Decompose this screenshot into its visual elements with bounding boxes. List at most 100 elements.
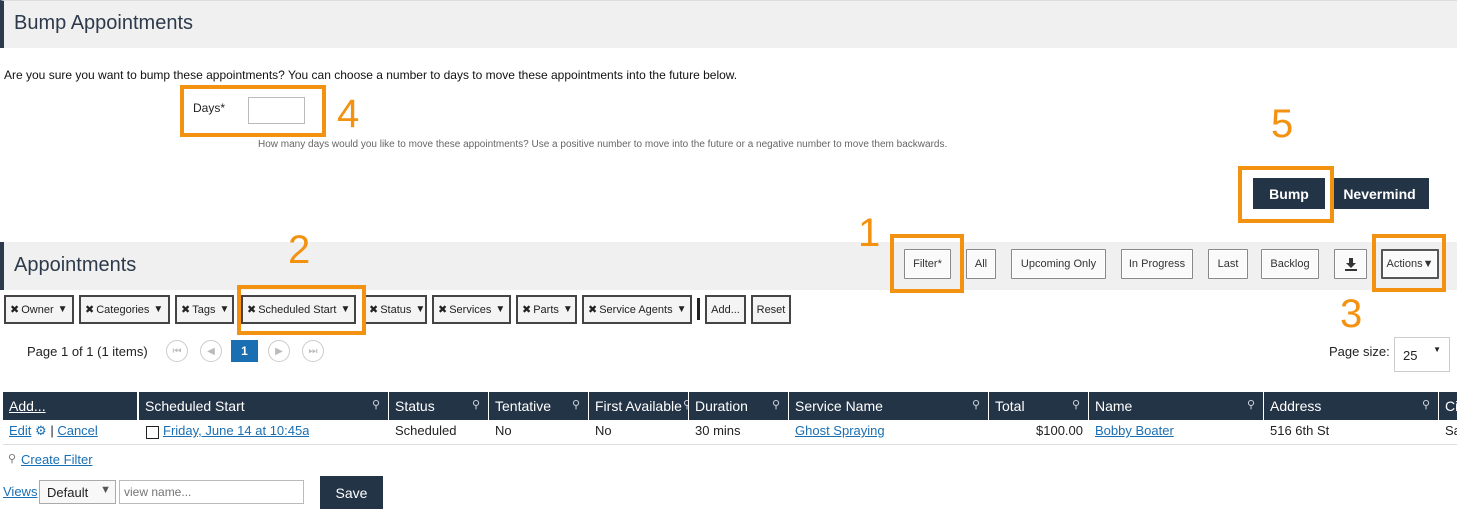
annotation-number-3: 3 [1340,292,1363,336]
remove-icon[interactable]: ✖ [85,303,94,316]
all-filter-button[interactable]: All [966,249,996,279]
chip-label: Tags [192,303,216,316]
column-label: Ci [1445,398,1457,414]
annotation-number-4: 4 [337,92,360,136]
pin-icon[interactable]: ⚲ [572,398,580,411]
nevermind-button[interactable]: Nevermind [1330,178,1429,209]
last-page-icon[interactable]: ⏭ [302,340,324,362]
filter-chip-status[interactable]: ✖ Status ▼ [363,295,427,324]
page-size-value: 25 [1403,348,1418,363]
add-filter-button[interactable]: Add... [705,295,746,324]
annotation-box-scheduled-start [237,285,366,335]
filter-chip-service-agents[interactable]: ✖ Service Agents ▼ [582,295,692,324]
chip-label: Service Agents [599,303,673,316]
cancel-link[interactable]: Cancel [57,423,97,438]
chip-label: Services [449,303,492,316]
annotation-number-5: 5 [1271,102,1294,146]
view-select-value: Default [47,485,89,500]
pin-icon[interactable]: ⚲ [972,398,980,411]
next-page-icon[interactable]: ▶ [268,340,290,362]
column-add[interactable]: Add... [3,392,138,420]
pager-summary: Page 1 of 1 (1 items) [27,344,148,359]
column-label: Status [395,398,435,414]
backlog-button[interactable]: Backlog [1261,249,1319,279]
column-label: Service Name [795,398,883,414]
view-name-input[interactable] [119,480,304,504]
caret-down-icon: ▼ [562,304,573,315]
annotation-box-bump [1238,166,1334,223]
first-page-icon[interactable]: ⏮ [166,340,188,362]
page-size-label: Page size: [1329,344,1390,359]
caret-down-icon: ▼ [495,304,506,315]
caret-down-icon: ▼ [415,304,426,315]
column-label: Tentative [495,398,552,414]
reset-filter-button[interactable]: Reset [751,295,791,324]
filter-chip-tags[interactable]: ✖ Tags ▼ [175,295,234,324]
chip-divider [697,298,700,320]
remove-icon[interactable]: ✖ [181,303,190,316]
column-scheduled-start[interactable]: Scheduled Start ⚲ [139,392,389,420]
current-page-button[interactable]: 1 [231,340,258,362]
customer-name-link[interactable]: Bobby Boater [1095,423,1174,441]
download-button[interactable] [1334,249,1367,279]
gear-icon[interactable]: ⚙ [35,423,47,438]
pin-icon[interactable]: ⚲ [772,398,780,411]
column-label: First Available [595,398,682,414]
view-select[interactable]: Default ▼ [39,480,116,504]
first-available-cell: No [595,423,612,438]
row-checkbox[interactable] [146,426,159,439]
total-cell: $100.00 [1036,423,1083,438]
filter-chip-parts[interactable]: ✖ Parts ▼ [516,295,577,324]
column-tentative[interactable]: Tentative ⚲ [489,392,589,420]
prev-page-icon[interactable]: ◀ [200,340,222,362]
last-button[interactable]: Last [1208,249,1248,279]
pin-icon[interactable]: ⚲ [372,398,380,411]
filter-chip-categories[interactable]: ✖ Categories ▼ [79,295,170,324]
filter-chip-owner[interactable]: ✖ Owner ▼ [4,295,74,324]
caret-down-icon: ▼ [57,304,68,315]
remove-icon[interactable]: ✖ [522,303,531,316]
column-duration[interactable]: Duration ⚲ [689,392,789,420]
upcoming-only-button[interactable]: Upcoming Only [1011,249,1106,279]
views-link[interactable]: Views [3,484,37,499]
pin-icon[interactable]: ⚲ [1072,398,1080,411]
add-column-link[interactable]: Add... [9,398,46,414]
page-size-select[interactable]: 25 ▼ [1394,337,1450,372]
column-name[interactable]: Name ⚲ [1089,392,1264,420]
edit-link[interactable]: Edit [9,423,31,438]
tentative-cell: No [495,423,512,438]
in-progress-button[interactable]: In Progress [1121,249,1193,279]
remove-icon[interactable]: ✖ [10,303,19,316]
remove-icon[interactable]: ✖ [438,303,447,316]
filter-chip-services[interactable]: ✖ Services ▼ [432,295,511,324]
bump-panel-header [0,0,1457,48]
service-name-link[interactable]: Ghost Spraying [795,423,885,441]
city-cell: Sa [1445,423,1457,438]
chip-label: Owner [21,303,54,316]
appointments-title: Appointments [14,254,137,276]
column-service-name[interactable]: Service Name ⚲ [789,392,989,420]
row-divider [3,444,1457,445]
remove-icon[interactable]: ✖ [588,303,597,316]
scheduled-start-link[interactable]: Friday, June 14 at 10:45a [163,423,309,441]
address-cell: 516 6th St [1270,423,1330,438]
caret-down-icon: ▼ [1433,345,1441,354]
remove-icon[interactable]: ✖ [369,303,378,316]
pin-icon[interactable]: ⚲ [1247,398,1255,411]
status-cell: Scheduled [395,423,457,438]
row-actions: Edit ⚙ | Cancel [9,423,137,441]
column-status[interactable]: Status ⚲ [389,392,489,420]
save-view-button[interactable]: Save [320,476,383,509]
column-first-available[interactable]: First Available⚲ [589,392,689,420]
pin-icon[interactable]: ⚲ [1422,398,1430,411]
column-city[interactable]: Ci [1439,392,1457,420]
caret-down-icon: ▼ [219,304,230,315]
column-total[interactable]: Total ⚲ [989,392,1089,420]
create-filter-link[interactable]: Create Filter [21,452,93,467]
annotation-number-2: 2 [288,228,311,272]
caret-down-icon: ▼ [676,304,687,315]
annotation-box-filter [890,234,964,293]
column-address[interactable]: Address ⚲ [1264,392,1439,420]
column-label: Name [1095,398,1133,414]
pin-icon[interactable]: ⚲ [472,398,480,411]
